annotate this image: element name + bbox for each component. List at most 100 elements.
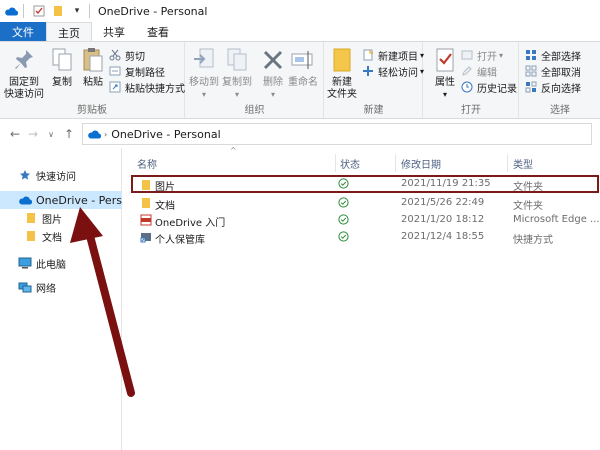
file-date: 2021/12/4 18:55	[401, 231, 485, 242]
open-label: 打开	[477, 51, 497, 63]
paste-shortcut-icon	[108, 80, 122, 94]
select-none-icon	[524, 64, 538, 78]
column-type[interactable]: 类型	[513, 156, 533, 171]
shortcut-icon	[139, 230, 153, 244]
sort-indicator-icon: ^	[230, 146, 237, 155]
column-separator[interactable]	[395, 154, 396, 172]
file-list: ^ 名称 状态 修改日期 类型 图片 2021/11/19 21:35 文件夹 …	[123, 146, 600, 450]
nav-label: 图片	[42, 214, 62, 226]
edit-icon	[460, 64, 474, 78]
column-date-modified[interactable]: 修改日期	[401, 156, 441, 171]
easy-access-button[interactable]: 轻松访问 ▾	[361, 63, 424, 79]
column-separator[interactable]	[335, 154, 336, 172]
rename-button[interactable]: 重命名	[288, 45, 318, 89]
nav-pictures[interactable]: 图片	[0, 209, 122, 227]
properties-label: 属性	[435, 77, 455, 88]
folder-icon	[24, 229, 38, 243]
new-item-label: 新建项目	[378, 51, 418, 63]
copy-icon	[47, 45, 77, 75]
nav-label: OneDrive - Personal	[36, 193, 122, 207]
copy-to-button[interactable]: 复制到 ▾	[222, 45, 252, 101]
forward-arrow-icon[interactable]: →	[24, 125, 42, 143]
select-group-label: 选择	[550, 105, 570, 116]
pin-to-quick-access-button[interactable]: 固定到 快速访问	[4, 45, 44, 101]
file-name: 个人保管库	[155, 235, 205, 246]
edit-button[interactable]: 编辑	[460, 63, 497, 79]
move-to-button[interactable]: 移动到 ▾	[189, 45, 219, 101]
invert-selection-label: 反向选择	[541, 83, 581, 95]
nav-quick-access[interactable]: 快速访问	[0, 166, 122, 184]
copy-path-button[interactable]: 复制路径	[108, 63, 165, 79]
ribbon-tabs: 文件 主页 共享 查看	[0, 22, 600, 42]
paste-label: 粘贴	[83, 77, 103, 88]
easy-access-label: 轻松访问	[378, 67, 418, 79]
open-icon	[460, 48, 474, 62]
address-cloud-icon	[86, 126, 102, 142]
copy-path-label: 复制路径	[125, 67, 165, 79]
history-button[interactable]: 历史记录	[460, 79, 517, 95]
tab-view[interactable]: 查看	[136, 22, 180, 42]
nav-network[interactable]: 网络	[0, 278, 122, 296]
properties-button[interactable]: 属性 ▾	[430, 45, 460, 101]
scissors-icon	[108, 48, 122, 62]
history-label: 历史记录	[477, 83, 517, 95]
select-all-label: 全部选择	[541, 51, 581, 63]
new-folder-quick-icon[interactable]	[50, 3, 66, 19]
clipboard-group-label: 剪贴板	[77, 105, 107, 116]
cloud-icon	[18, 193, 32, 207]
invert-selection-button[interactable]: 反向选择	[524, 79, 581, 95]
select-all-button[interactable]: 全部选择	[524, 47, 581, 63]
column-name[interactable]: 名称	[137, 156, 157, 171]
nav-documents[interactable]: 文档	[0, 227, 122, 245]
paste-shortcut-button[interactable]: 粘贴快捷方式	[108, 79, 185, 95]
address-bar[interactable]: › OneDrive - Personal	[82, 123, 592, 145]
nav-this-pc[interactable]: 此电脑	[0, 254, 122, 272]
new-group-label: 新建	[363, 105, 384, 116]
table-row[interactable]: 文档 2021/5/26 22:49 文件夹	[131, 194, 599, 212]
file-date: 2021/5/26 22:49	[401, 197, 485, 208]
column-status[interactable]: 状态	[340, 156, 360, 171]
tab-share[interactable]: 共享	[92, 22, 136, 42]
organize-group: 移动到 ▾ 复制到 ▾ 删除 ▾ 重命名 组织	[186, 42, 324, 118]
table-row[interactable]: 个人保管库 2021/12/4 18:55 快捷方式	[131, 228, 599, 246]
open-button[interactable]: 打开 ▾	[460, 47, 503, 63]
folder-icon	[24, 211, 38, 225]
copy-button[interactable]: 复制	[47, 45, 77, 89]
navigation-pane: 快速访问 OneDrive - Personal 图片 文档 此电脑 网络	[0, 148, 122, 450]
nav-label: 文档	[42, 232, 62, 244]
back-arrow-icon[interactable]: ←	[6, 125, 24, 143]
recent-locations-chevron-icon[interactable]: ∨	[42, 125, 60, 143]
delete-button[interactable]: 删除 ▾	[258, 45, 288, 101]
table-row[interactable]: 图片 2021/11/19 21:35 文件夹	[131, 175, 599, 193]
ribbon: 固定到 快速访问 复制 粘贴 剪切 复制路径 粘贴快捷方式 剪贴板 移动到 ▾ …	[0, 41, 600, 119]
select-none-button[interactable]: 全部取消	[524, 63, 581, 79]
new-item-button[interactable]: 新建项目 ▾	[361, 47, 424, 63]
file-name: OneDrive 入门	[155, 218, 226, 229]
column-separator[interactable]	[507, 154, 508, 172]
pin-label: 固定到 快速访问	[4, 77, 44, 100]
title-bar: ▾ OneDrive - Personal	[0, 0, 600, 22]
table-row[interactable]: OneDrive 入门 2021/1/20 18:12 Microsoft Ed…	[131, 211, 600, 229]
folder-icon	[139, 196, 153, 210]
nav-onedrive[interactable]: OneDrive - Personal	[0, 191, 122, 209]
cut-label: 剪切	[125, 51, 145, 63]
pin-icon	[9, 45, 39, 75]
up-arrow-icon[interactable]: ↑	[60, 125, 78, 143]
cut-button[interactable]: 剪切	[108, 47, 145, 63]
rename-label: 重命名	[288, 77, 318, 88]
nav-label: 网络	[36, 283, 56, 295]
tab-file[interactable]: 文件	[0, 22, 46, 42]
properties-check-icon[interactable]	[31, 3, 47, 19]
title-separator	[23, 4, 24, 18]
pc-icon	[18, 256, 32, 270]
title-separator-2	[89, 4, 90, 18]
sync-ok-icon	[338, 214, 349, 228]
nav-label: 此电脑	[36, 259, 66, 271]
navigation-row: ← → ∨ ↑ › OneDrive - Personal	[0, 120, 600, 148]
tab-home[interactable]: 主页	[46, 22, 92, 42]
paste-button[interactable]: 粘贴	[78, 45, 108, 89]
quick-access-dropdown-icon[interactable]: ▾	[69, 3, 85, 19]
new-folder-button[interactable]: 新建 文件夹	[327, 45, 357, 101]
file-name: 图片	[155, 182, 175, 193]
address-chevron-icon[interactable]: ›	[104, 130, 107, 139]
